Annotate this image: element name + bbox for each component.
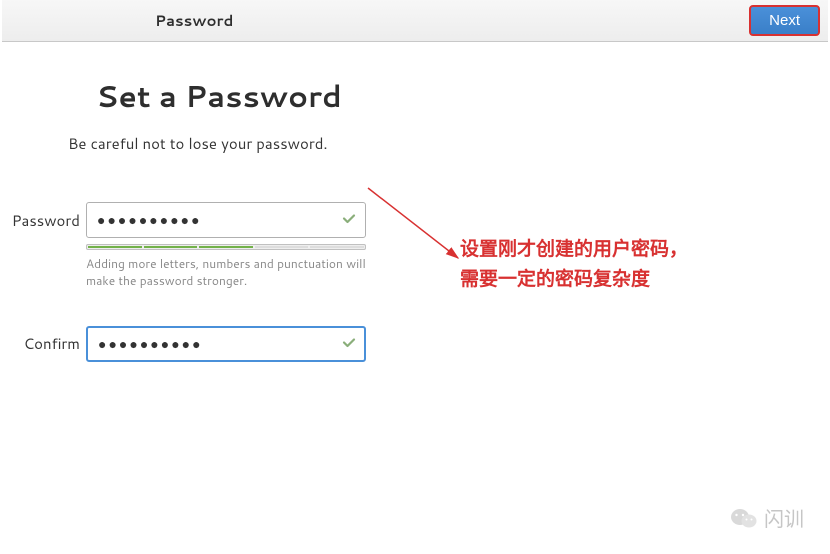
annotation-arrow-icon [360,180,470,275]
strength-meter [86,244,366,250]
strength-seg [199,246,253,248]
header-bar: Password Next [2,0,828,42]
annotation-line1: 设置刚才创建的用户密码， [460,235,688,265]
wechat-icon [730,506,758,530]
strength-seg [255,246,309,248]
page-subtitle: Be careful not to lose your password. [68,133,830,154]
confirm-input[interactable] [86,326,366,362]
check-icon [342,209,356,232]
strength-seg [310,246,364,248]
password-label: Password [0,210,80,231]
watermark: 闪训 [730,503,804,532]
next-button[interactable]: Next [749,5,820,36]
confirm-row: Confirm [0,326,830,362]
check-icon [342,332,356,355]
page-title: Set a Password [96,74,830,117]
confirm-label: Confirm [0,333,80,354]
annotation-text: 设置刚才创建的用户密码， 需要一定的密码复杂度 [460,235,688,296]
annotation-line2: 需要一定的密码复杂度 [460,265,688,295]
confirm-input-wrap [86,326,366,362]
password-input[interactable] [86,202,366,238]
password-input-wrap [86,202,366,238]
watermark-text: 闪训 [764,503,804,532]
strength-hint: Adding more letters, numbers and punctua… [86,256,366,290]
strength-seg [144,246,198,248]
header-title: Password [155,10,233,31]
strength-seg [88,246,142,248]
